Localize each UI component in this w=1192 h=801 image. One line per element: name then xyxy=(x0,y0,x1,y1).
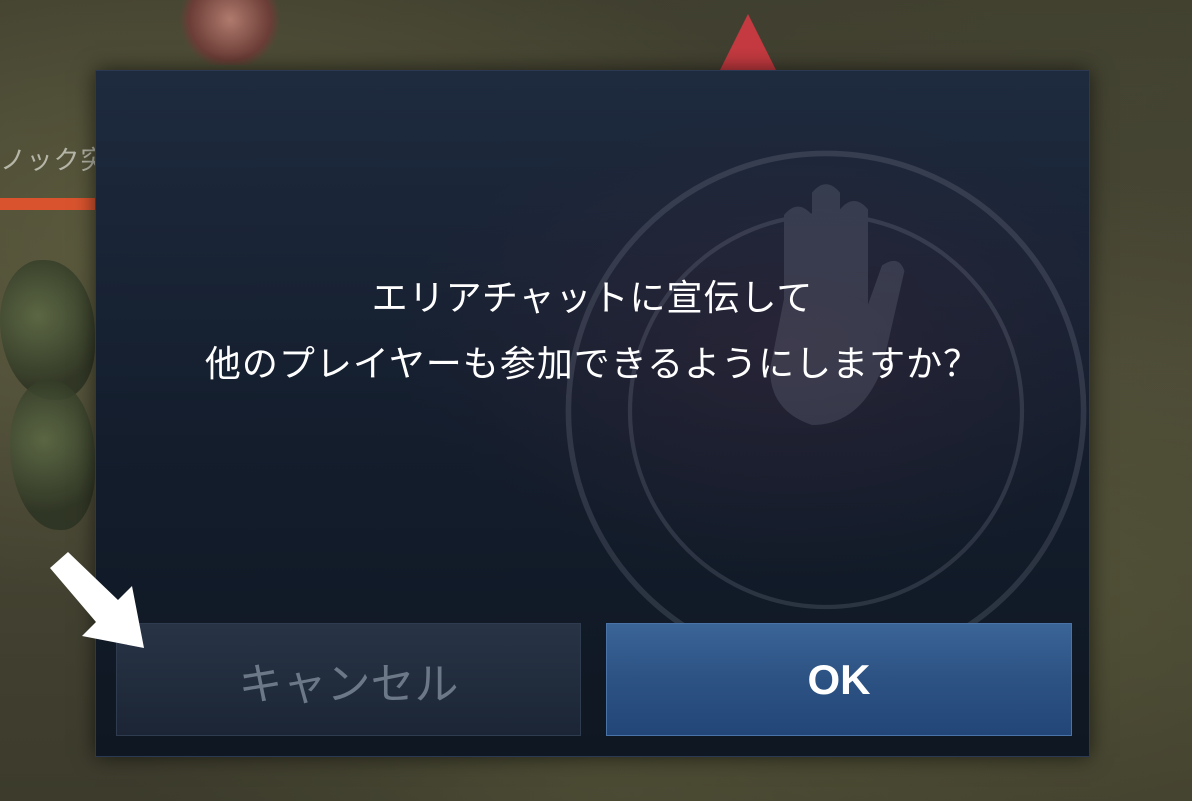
enemy-hp-fill xyxy=(0,198,104,210)
hand-emblem-icon xyxy=(565,150,1087,672)
ok-button-label: OK xyxy=(807,655,871,703)
cancel-button[interactable]: キャンセル xyxy=(116,623,581,736)
goblin-creature xyxy=(10,380,95,530)
message-line-1: エリアチャットに宣伝して xyxy=(371,278,814,319)
target-marker-icon xyxy=(718,14,778,74)
dialog-message: エリアチャットに宣伝して 他のプレイヤーも参加できるようにしますか？ xyxy=(96,266,1089,398)
goblin-creature xyxy=(0,260,95,400)
character-figure xyxy=(180,0,280,65)
ok-button[interactable]: OK xyxy=(606,623,1072,736)
confirm-dialog: エリアチャットに宣伝して 他のプレイヤーも参加できるようにしますか？ キャンセル… xyxy=(95,70,1090,757)
message-line-2: 他のプレイヤーも参加できるようにしますか？ xyxy=(204,344,981,385)
pointer-arrow-icon xyxy=(50,552,144,648)
cancel-button-label: キャンセル xyxy=(238,659,459,709)
game-scene: ノック突撃兵 エリアチャットに宣伝して 他のプレイヤーも参加できるようにしますか… xyxy=(0,0,1192,801)
